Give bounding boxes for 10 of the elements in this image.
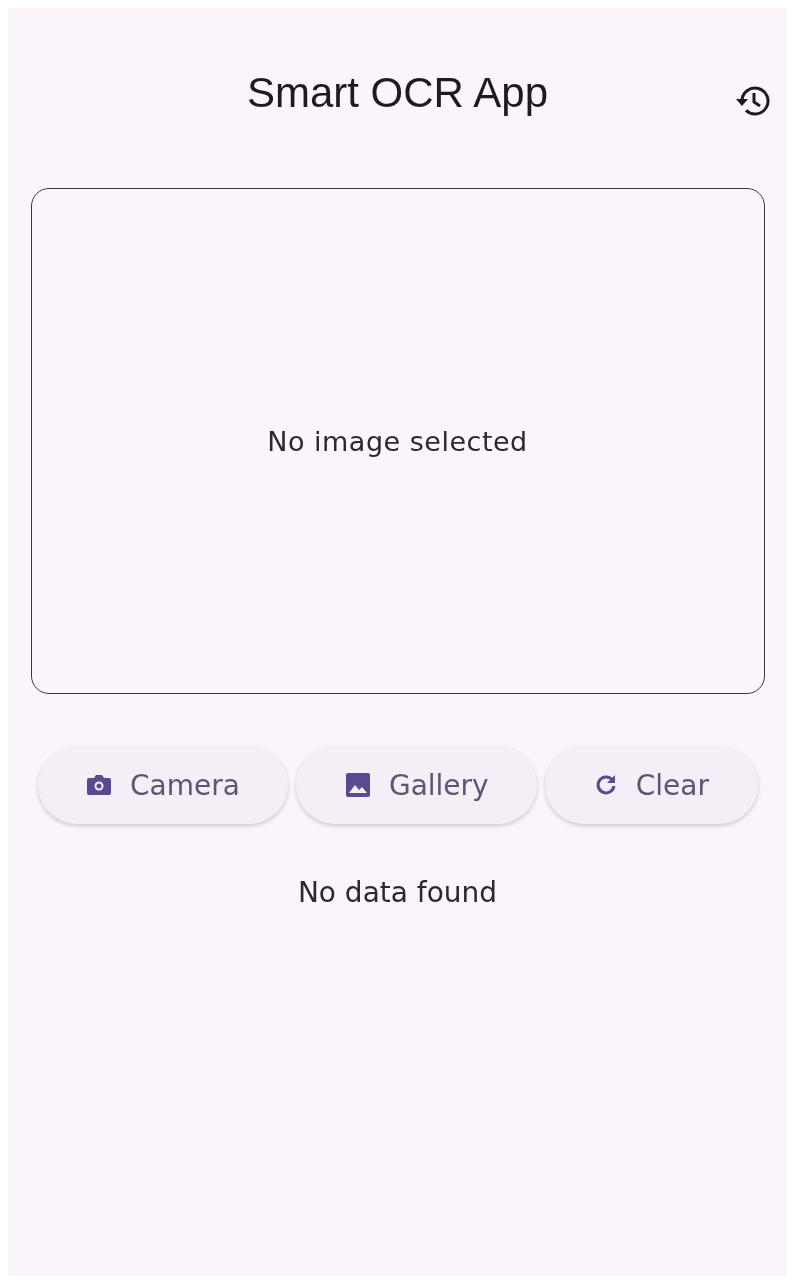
image-field[interactable]: No image selected	[30, 188, 765, 694]
camera-icon	[86, 773, 112, 797]
gallery-button[interactable]: Gallery	[296, 746, 538, 824]
preview-placeholder: No image selected	[267, 425, 528, 457]
app-title: Smart OCR App	[246, 69, 549, 118]
result-text: No data found	[297, 876, 498, 909]
history-icon	[734, 84, 770, 118]
clear-button[interactable]: Clear	[545, 746, 758, 824]
image-icon	[344, 772, 371, 798]
camera-button[interactable]: Camera	[37, 746, 289, 824]
